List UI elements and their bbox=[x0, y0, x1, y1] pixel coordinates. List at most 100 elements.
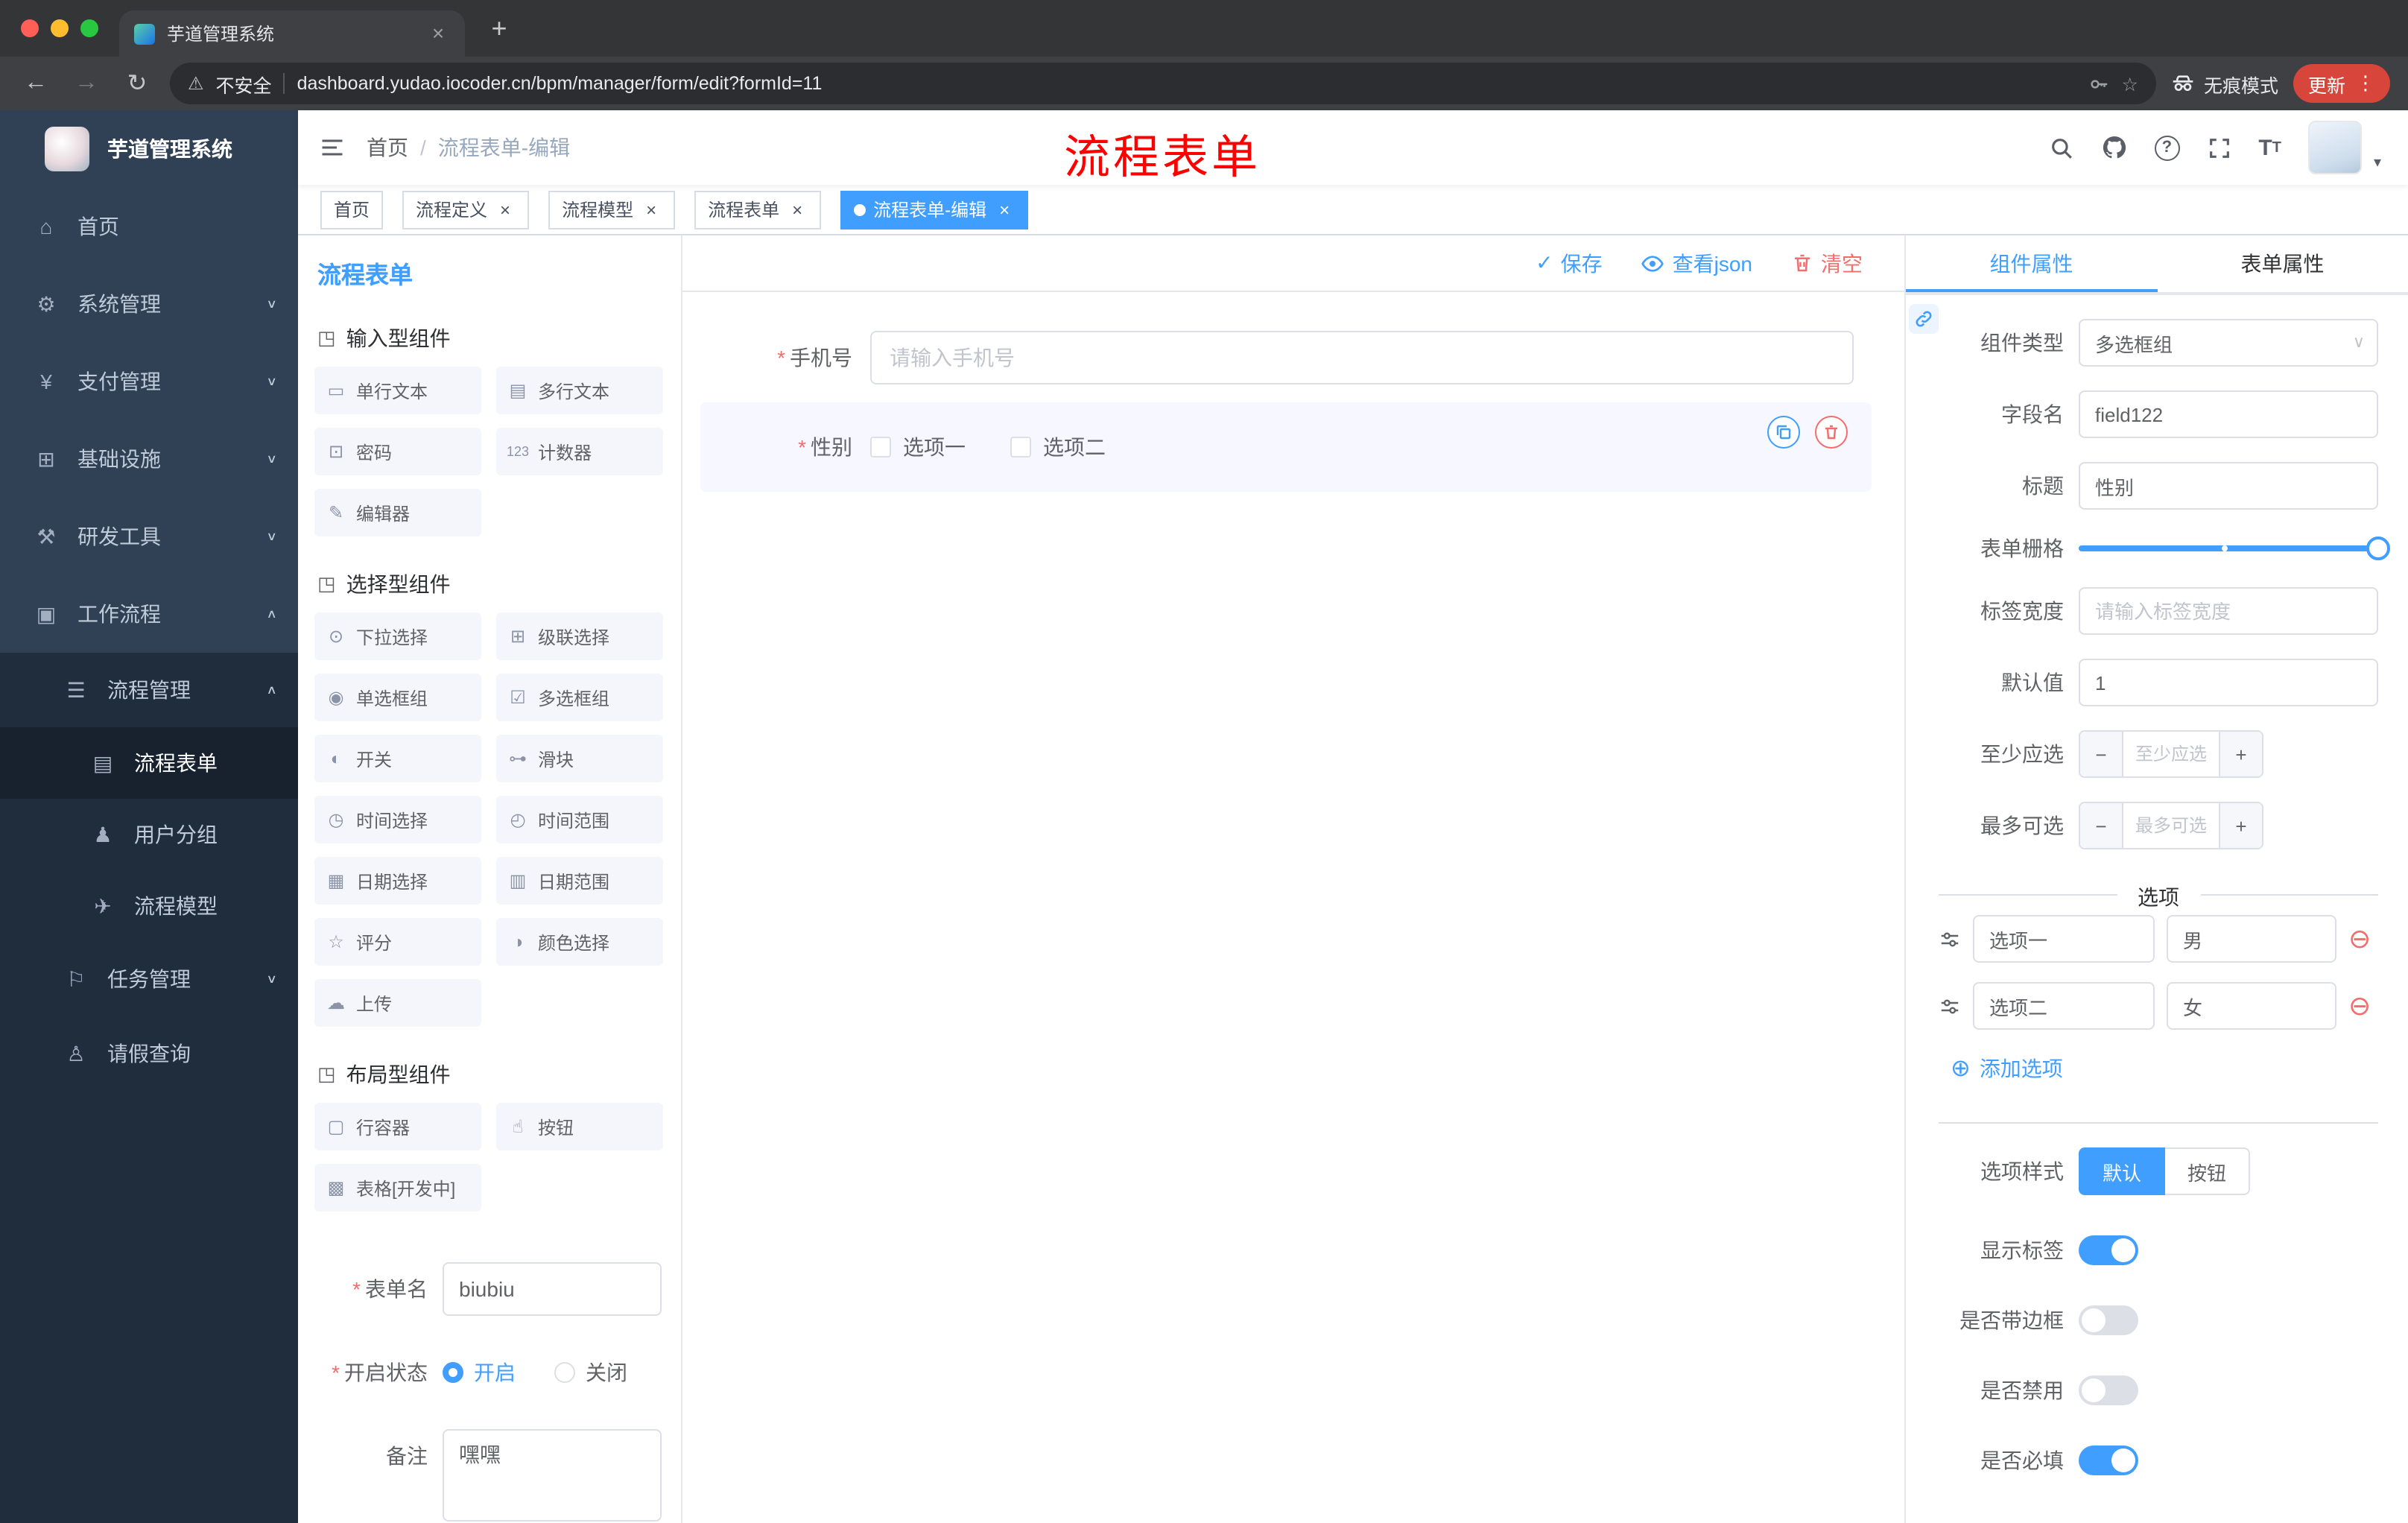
tag-close-icon[interactable]: × bbox=[641, 199, 662, 220]
copy-widget-button[interactable] bbox=[1767, 416, 1800, 449]
field-name-input[interactable] bbox=[2079, 390, 2378, 438]
disabled-switch[interactable] bbox=[2079, 1375, 2138, 1405]
required-switch[interactable] bbox=[2079, 1446, 2138, 1475]
palette-item-color-picker[interactable]: ◑ 颜色选择 bbox=[496, 918, 663, 966]
hamburger-icon[interactable] bbox=[298, 134, 367, 161]
palette-item-rate[interactable]: ☆ 评分 bbox=[314, 918, 481, 966]
slider-handle[interactable] bbox=[2366, 536, 2390, 560]
forward-icon[interactable]: → bbox=[69, 70, 104, 97]
sidebar-item-process-management[interactable]: ☰ 流程管理 ∧ bbox=[0, 653, 298, 727]
avatar-caret-icon[interactable]: ▾ bbox=[2374, 155, 2381, 174]
max-select-input[interactable] bbox=[2123, 803, 2219, 848]
sidebar-item-workflow[interactable]: ▣ 工作流程 ∧ bbox=[0, 575, 298, 653]
palette-item-time-picker[interactable]: ◷ 时间选择 bbox=[314, 796, 481, 843]
sidebar-item-process-model[interactable]: ✈ 流程模型 bbox=[0, 870, 298, 942]
remove-option-button[interactable]: ⊖ bbox=[2348, 925, 2371, 952]
bookmark-star-icon[interactable]: ☆ bbox=[2122, 72, 2138, 95]
delete-widget-button[interactable] bbox=[1815, 416, 1848, 449]
new-tab-button[interactable]: + bbox=[480, 10, 519, 49]
tag-close-icon[interactable]: × bbox=[994, 199, 1015, 220]
add-option-button[interactable]: ⊕ 添加选项 bbox=[1951, 1054, 2378, 1083]
github-icon[interactable] bbox=[2100, 134, 2127, 161]
stepper-minus-button[interactable]: − bbox=[2080, 732, 2123, 776]
sidebar-item-payment[interactable]: ¥ 支付管理 ∨ bbox=[0, 343, 298, 420]
sidebar-item-leave-query[interactable]: ♙ 请假查询 bbox=[0, 1016, 298, 1091]
palette-item-counter[interactable]: 123 计数器 bbox=[496, 428, 663, 475]
palette-item-date-range[interactable]: ▥ 日期范围 bbox=[496, 857, 663, 905]
security-label[interactable]: 不安全 bbox=[216, 69, 272, 98]
view-json-button[interactable]: 查看json bbox=[1641, 248, 1752, 278]
palette-item-password[interactable]: ⊡ 密码 bbox=[314, 428, 481, 475]
tag-close-icon[interactable]: × bbox=[787, 199, 808, 220]
sidebar-item-devtools[interactable]: ⚒ 研发工具 ∨ bbox=[0, 498, 298, 575]
font-size-icon[interactable]: TT bbox=[2258, 135, 2281, 160]
style-button-button[interactable]: 按钮 bbox=[2165, 1147, 2251, 1195]
close-window-button[interactable] bbox=[21, 19, 39, 37]
search-icon[interactable] bbox=[2048, 135, 2073, 160]
palette-item-date-picker[interactable]: ▦ 日期选择 bbox=[314, 857, 481, 905]
palette-item-switch[interactable]: ◐ 开关 bbox=[314, 735, 481, 782]
form-remark-textarea[interactable]: 嘿嘿 bbox=[443, 1429, 662, 1522]
sidebar-item-home[interactable]: ⌂ 首页 bbox=[0, 188, 298, 265]
url-text[interactable]: dashboard.yudao.iocoder.cn/bpm/manager/f… bbox=[297, 73, 823, 94]
address-bar[interactable]: ⚠ 不安全 dashboard.yudao.iocoder.cn/bpm/man… bbox=[170, 63, 2156, 104]
palette-item-editor[interactable]: ✎ 编辑器 bbox=[314, 489, 481, 536]
clear-button[interactable]: 清空 bbox=[1791, 248, 1863, 278]
tag-process-definition[interactable]: 流程定义 × bbox=[402, 190, 530, 229]
password-key-icon[interactable] bbox=[2088, 72, 2110, 95]
palette-item-row-container[interactable]: ▢ 行容器 bbox=[314, 1103, 481, 1150]
tag-process-form-edit[interactable]: 流程表单-编辑 × bbox=[840, 190, 1029, 229]
browser-menu-icon[interactable]: ⋮ bbox=[2356, 72, 2375, 95]
reload-icon[interactable]: ↻ bbox=[119, 69, 155, 98]
sidebar-item-process-form[interactable]: ▤ 流程表单 bbox=[0, 727, 298, 799]
widget-phone[interactable]: * 手机号 bbox=[700, 313, 1872, 402]
palette-item-table[interactable]: ▩ 表格[开发中] bbox=[314, 1164, 481, 1212]
phone-input[interactable] bbox=[870, 331, 1854, 384]
sidebar-item-system[interactable]: ⚙ 系统管理 ∨ bbox=[0, 265, 298, 343]
tag-process-model[interactable]: 流程模型 × bbox=[548, 190, 676, 229]
fullscreen-icon[interactable] bbox=[2206, 135, 2231, 160]
browser-update-button[interactable]: 更新 ⋮ bbox=[2293, 64, 2390, 103]
option-value-input[interactable] bbox=[2167, 982, 2336, 1030]
component-type-select[interactable] bbox=[2079, 319, 2378, 367]
drag-handle-icon[interactable] bbox=[1939, 995, 1961, 1017]
palette-item-multi-line-text[interactable]: ▤ 多行文本 bbox=[496, 367, 663, 414]
title-input[interactable] bbox=[2079, 462, 2378, 510]
palette-item-select[interactable]: ⊙ 下拉选择 bbox=[314, 612, 481, 660]
palette-item-single-line-text[interactable]: ▭ 单行文本 bbox=[314, 367, 481, 414]
tag-close-icon[interactable]: × bbox=[495, 199, 516, 220]
remove-option-button[interactable]: ⊖ bbox=[2348, 992, 2371, 1019]
help-icon[interactable]: ? bbox=[2154, 135, 2180, 160]
link-icon[interactable] bbox=[1909, 304, 1939, 334]
save-button[interactable]: ✓ 保存 bbox=[1536, 248, 1602, 278]
palette-item-upload[interactable]: ☁ 上传 bbox=[314, 979, 481, 1027]
stepper-plus-button[interactable]: + bbox=[2219, 732, 2262, 776]
user-avatar[interactable] bbox=[2307, 121, 2362, 174]
status-radio-on[interactable]: 开启 bbox=[443, 1346, 516, 1399]
palette-item-cascader[interactable]: ⊞ 级联选择 bbox=[496, 612, 663, 660]
drag-handle-icon[interactable] bbox=[1939, 928, 1961, 950]
widget-gender-selected[interactable]: * 性别 选项一 选项二 bbox=[700, 402, 1872, 492]
tab-form-props[interactable]: 表单属性 bbox=[2157, 235, 2408, 292]
option-label-input[interactable] bbox=[1973, 915, 2155, 963]
gender-option-2[interactable]: 选项二 bbox=[1010, 432, 1106, 462]
palette-item-checkbox-group[interactable]: ☑ 多选框组 bbox=[496, 674, 663, 721]
palette-item-radio-group[interactable]: ◉ 单选框组 bbox=[314, 674, 481, 721]
border-switch[interactable] bbox=[2079, 1305, 2138, 1335]
gender-option-1[interactable]: 选项一 bbox=[870, 432, 966, 462]
sidebar-item-infrastructure[interactable]: ⊞ 基础设施 ∨ bbox=[0, 420, 298, 498]
form-name-input[interactable] bbox=[443, 1262, 662, 1316]
option-value-input[interactable] bbox=[2167, 915, 2336, 963]
status-radio-off[interactable]: 关闭 bbox=[554, 1346, 627, 1399]
stepper-minus-button[interactable]: − bbox=[2080, 803, 2123, 848]
palette-item-time-range[interactable]: ◴ 时间范围 bbox=[496, 796, 663, 843]
stepper-plus-button[interactable]: + bbox=[2219, 803, 2262, 848]
sidebar-item-task-management[interactable]: ⚐ 任务管理 ∨ bbox=[0, 942, 298, 1016]
minimize-window-button[interactable] bbox=[51, 19, 69, 37]
tab-close-icon[interactable]: × bbox=[426, 21, 450, 45]
min-select-input[interactable] bbox=[2123, 732, 2219, 776]
palette-item-slider[interactable]: ⊶ 滑块 bbox=[496, 735, 663, 782]
breadcrumb-home[interactable]: 首页 bbox=[367, 133, 408, 162]
tag-process-form[interactable]: 流程表单 × bbox=[694, 190, 822, 229]
style-default-button[interactable]: 默认 bbox=[2079, 1147, 2166, 1195]
